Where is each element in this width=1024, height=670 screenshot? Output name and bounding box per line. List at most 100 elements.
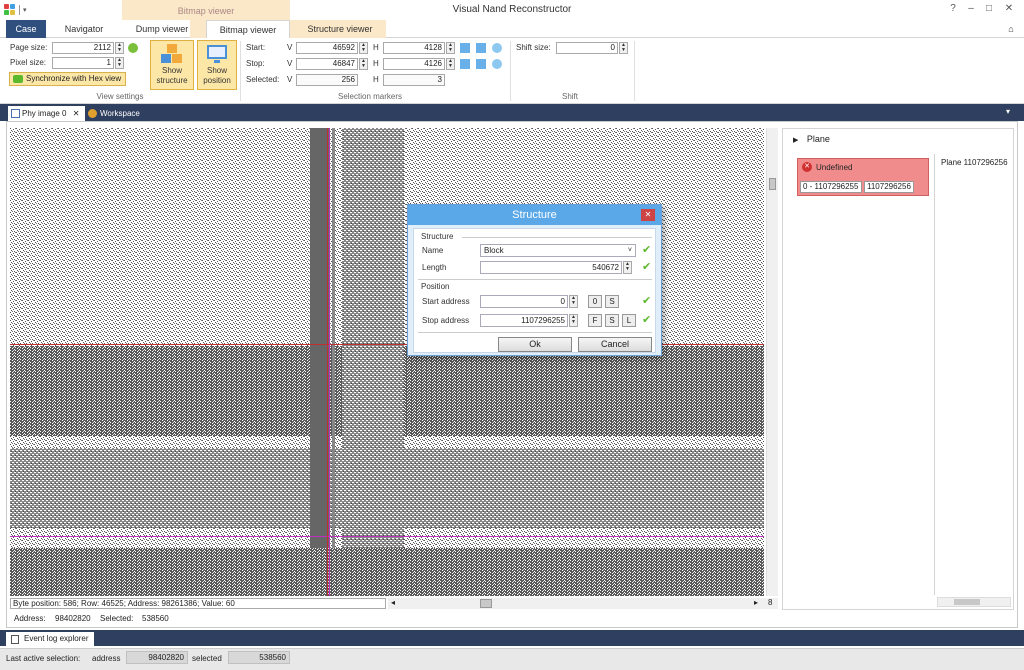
goto-stop-icon[interactable]: [460, 59, 470, 69]
doc-tab-phy-image[interactable]: Phy image 0 ✕: [8, 106, 86, 121]
stop-f-button[interactable]: F: [588, 314, 602, 327]
name-label: Name: [422, 246, 444, 255]
cancel-button[interactable]: Cancel: [578, 337, 652, 352]
dialog-body: Structure Name Block ˅ ✔ Length 540672 ▲…: [413, 228, 656, 353]
refresh-stop-icon[interactable]: [492, 59, 502, 69]
start-h-input[interactable]: 4128: [383, 42, 445, 54]
help-icon[interactable]: ?: [946, 3, 960, 15]
tab-navigator[interactable]: Navigator: [56, 20, 112, 38]
tab-case[interactable]: Case: [6, 20, 46, 38]
close-window-icon[interactable]: ✕: [1002, 3, 1016, 15]
tab-bitmap-viewer[interactable]: Bitmap viewer: [206, 20, 290, 39]
section-divider: [418, 332, 652, 333]
start-valid-check-icon: ✔: [642, 295, 652, 307]
document-tab-bar: Phy image 0 ✕ Workspace ▾: [0, 104, 1024, 121]
status-selected-value: 538560: [228, 651, 290, 664]
start-v-input[interactable]: 46592: [296, 42, 358, 54]
stop-h-spinner[interactable]: ▲ ▼: [446, 58, 455, 70]
scroll-right-icon[interactable]: ▸: [754, 598, 758, 607]
structure-panel: ▶ Plane ✕ Undefined 0 - 1107296255 11072…: [782, 128, 1014, 610]
ribbon-separator: [510, 41, 511, 101]
error-icon: ✕: [802, 162, 812, 172]
length-spinner[interactable]: ▲ ▼: [623, 261, 632, 274]
start-zero-button[interactable]: 0: [588, 295, 602, 308]
tab-structure-viewer[interactable]: Structure viewer: [296, 20, 384, 38]
shift-size-input[interactable]: 0: [556, 42, 618, 54]
hscroll-thumb[interactable]: [480, 599, 492, 608]
shift-size-spinner[interactable]: ▲ ▼: [619, 42, 628, 54]
dialog-close-icon[interactable]: ✕: [641, 209, 655, 221]
sync-hex-view-button[interactable]: Synchronize with Hex view: [9, 72, 127, 86]
refresh-start-icon[interactable]: [492, 43, 502, 53]
window-title: Visual Nand Reconstructor: [452, 4, 572, 15]
shift-group-label: Shift: [561, 92, 578, 101]
ribbon: Page size: 2112 ▲ ▼ Pixel size: 1 ▲ ▼ Sync…: [0, 38, 1024, 104]
stop-s-button[interactable]: S: [605, 314, 619, 327]
dialog-title: Structure: [408, 205, 661, 225]
page-size-spinner[interactable]: ▲ ▼: [115, 42, 124, 54]
stop-h-input[interactable]: 4126: [383, 58, 445, 70]
position-monitor-icon: [206, 44, 228, 64]
name-valid-check-icon: ✔: [642, 244, 652, 256]
expand-arrow-icon[interactable]: ▶: [793, 137, 798, 144]
start-label: Start:: [246, 43, 266, 52]
close-tab-icon[interactable]: ✕: [73, 109, 80, 118]
bitmap-view[interactable]: [10, 128, 764, 596]
show-position-button[interactable]: Show position: [197, 40, 237, 90]
stop-l-button[interactable]: L: [622, 314, 636, 327]
ok-button[interactable]: Ok: [498, 337, 572, 352]
vscroll-thumb[interactable]: [769, 178, 776, 190]
start-h-spinner[interactable]: ▲ ▼: [446, 42, 455, 54]
start-s-button[interactable]: S: [605, 295, 619, 308]
structure-section-label: Structure: [421, 232, 454, 241]
stop-v-label: V: [287, 59, 293, 68]
plane-header[interactable]: ▶ Plane: [783, 129, 1013, 149]
apply-page-size-icon[interactable]: [128, 43, 138, 53]
selected-value: 538560: [142, 614, 169, 623]
stop-address-spinner[interactable]: ▲ ▼: [569, 314, 578, 327]
show-structure-button[interactable]: Show structure: [150, 40, 194, 90]
selection-markers-group-label: Selection markers: [337, 92, 403, 101]
start-v-spinner[interactable]: ▲ ▼: [359, 42, 368, 54]
collapse-ribbon-icon[interactable]: ⌂: [1004, 20, 1018, 38]
stop-v-spinner[interactable]: ▲ ▼: [359, 58, 368, 70]
stop-address-input[interactable]: 1107296255: [480, 314, 568, 327]
plane-scroll-thumb[interactable]: [954, 599, 980, 605]
undefined-structure-box[interactable]: ✕ Undefined 0 - 1107296255 1107296256: [797, 158, 929, 196]
bitmap-horizontal-scrollbar[interactable]: ◂ ▸ 8: [388, 598, 778, 609]
plane-column-scrollbar[interactable]: [937, 597, 1011, 607]
set-start-icon[interactable]: [476, 43, 486, 53]
bitmap-noise-canvas: [10, 128, 764, 596]
event-log-tab[interactable]: Event log explorer: [6, 632, 95, 646]
plane-entry[interactable]: Plane 1107296256: [941, 158, 1008, 167]
chevron-down-icon[interactable]: ˅: [628, 245, 632, 256]
name-select[interactable]: Block ˅: [480, 244, 636, 257]
section-divider: [462, 237, 652, 238]
ribbon-tab-row: Case Navigator Dump viewer Bitmap viewer…: [0, 20, 1024, 39]
page-size-input[interactable]: 2112: [52, 42, 114, 54]
address-label: Address:: [14, 614, 46, 623]
tab-dropdown-icon[interactable]: ▾: [1006, 107, 1010, 116]
doc-tab-phy-image-label: Phy image 0: [22, 109, 67, 118]
structure-dialog: Structure ✕ Structure Name Block ˅ ✔ Len…: [407, 204, 662, 356]
scroll-left-icon[interactable]: ◂: [391, 598, 395, 607]
set-stop-icon[interactable]: [476, 59, 486, 69]
length-input[interactable]: 540672: [480, 261, 622, 274]
start-address-input[interactable]: 0: [480, 295, 568, 308]
pixel-size-spinner[interactable]: ▲ ▼: [115, 57, 124, 69]
minimize-icon[interactable]: –: [964, 3, 978, 15]
goto-start-icon[interactable]: [460, 43, 470, 53]
tab-dump-viewer[interactable]: Dump viewer: [122, 20, 202, 38]
pixel-size-input[interactable]: 1: [52, 57, 114, 69]
start-address-spinner[interactable]: ▲ ▼: [569, 295, 578, 308]
scroll-value: 8: [768, 598, 773, 607]
bitmap-vertical-scrollbar[interactable]: [766, 128, 778, 596]
event-log-bar: Event log explorer: [0, 630, 1024, 646]
status-bar: Last active selection: address 98402820 …: [0, 648, 1024, 670]
stop-v-input[interactable]: 46847: [296, 58, 358, 70]
maximize-icon[interactable]: □: [982, 3, 996, 15]
doc-tab-workspace[interactable]: Workspace: [86, 106, 146, 121]
selected-h-label: H: [373, 75, 379, 84]
selected-label: Selected:: [100, 614, 134, 623]
view-settings-group-label: View settings: [96, 92, 144, 101]
